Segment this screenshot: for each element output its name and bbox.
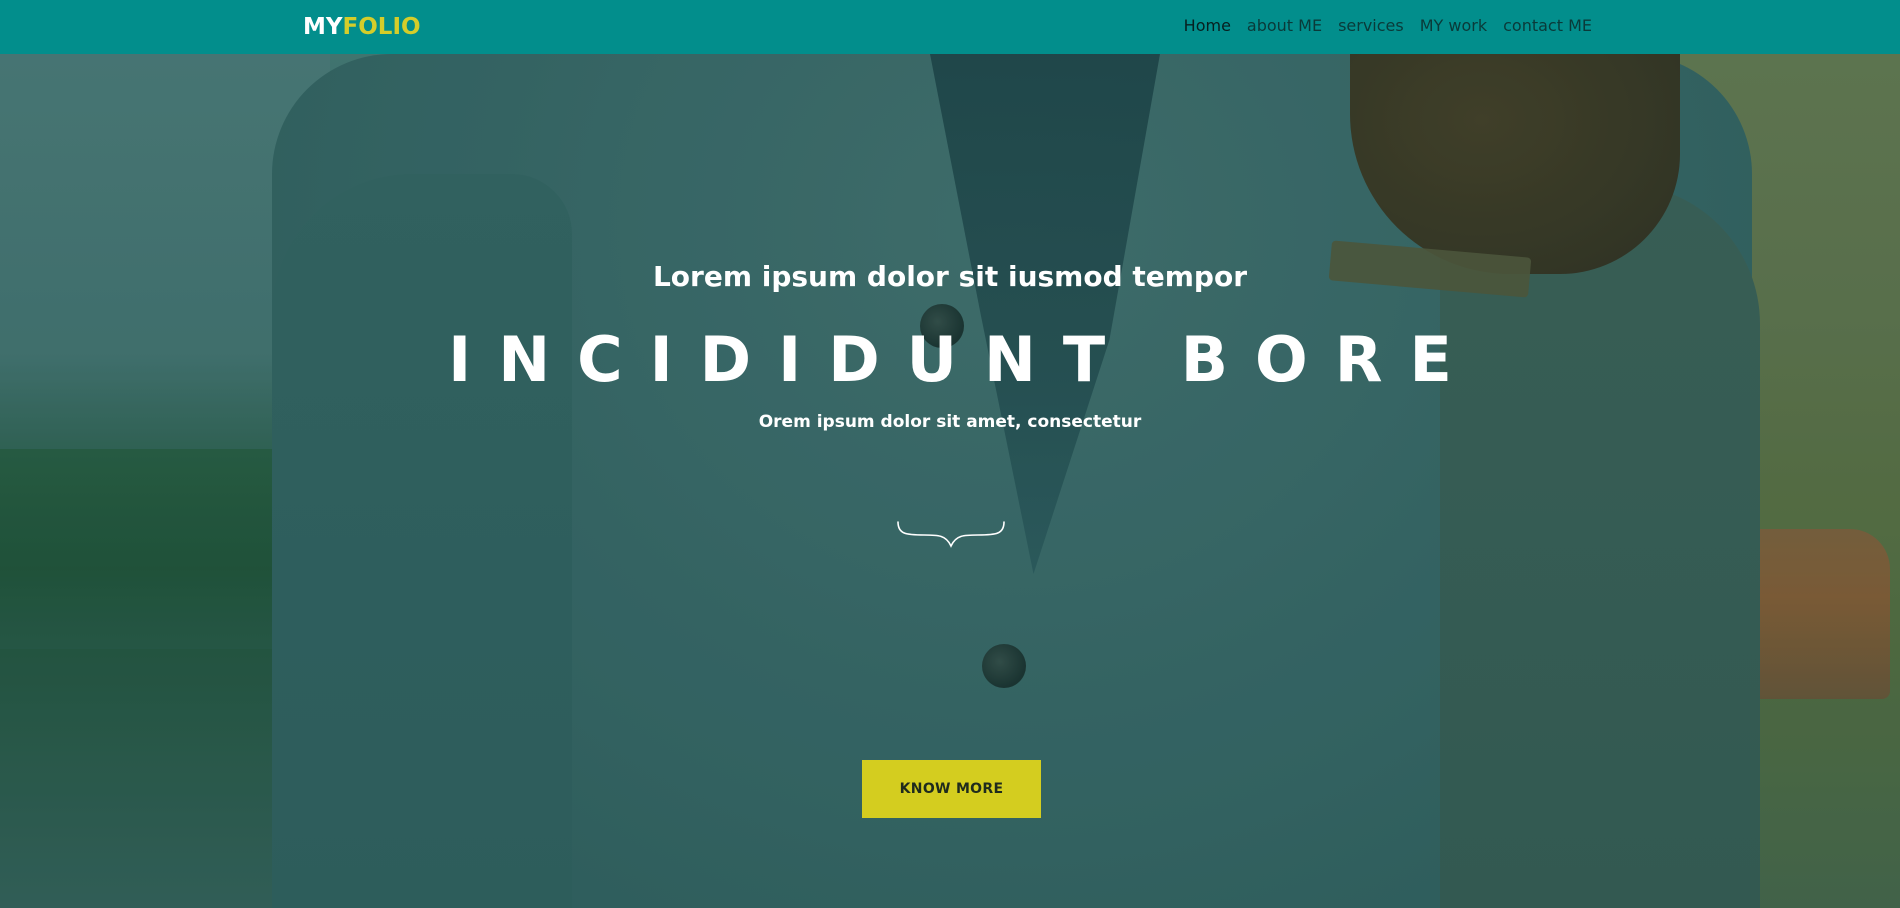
navbar: MYFOLIO Home about ME services MY work c… (0, 0, 1900, 54)
brand-logo-part2: FOLIO (342, 14, 421, 40)
nav-item-services[interactable]: services (1338, 15, 1404, 37)
nav-item-work[interactable]: MY work (1420, 15, 1487, 37)
know-more-button[interactable]: KNOW MORE (862, 760, 1041, 818)
nav-item-contact[interactable]: contact ME (1503, 15, 1592, 37)
hero-headline: INCIDIDUNT BORE (448, 323, 1479, 396)
main-nav: Home about ME services MY work contact M… (1168, 15, 1592, 37)
hero-kicker: Lorem ipsum dolor sit iusmod tempor (652, 260, 1248, 293)
hero-section: Lorem ipsum dolor sit iusmod tempor INCI… (0, 54, 1900, 908)
hero-content: Lorem ipsum dolor sit iusmod tempor INCI… (0, 54, 1900, 908)
hero-subline: Orem ipsum dolor sit amet, consectetur (758, 412, 1142, 432)
nav-item-about[interactable]: about ME (1247, 15, 1322, 37)
brand-logo-part1: MY (303, 14, 343, 40)
nav-item-home[interactable]: Home (1184, 15, 1231, 37)
brand-logo[interactable]: MYFOLIO (303, 13, 421, 41)
curly-brace-divider-icon (897, 521, 1005, 548)
